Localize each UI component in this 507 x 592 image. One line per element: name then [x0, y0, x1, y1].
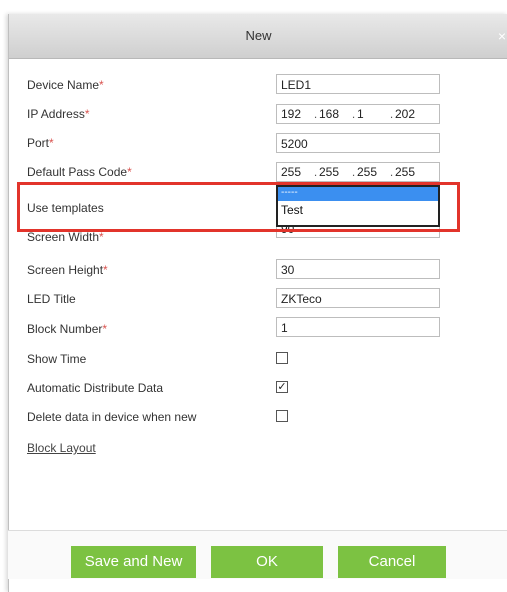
pass-segment-4[interactable]: 255 [395, 165, 426, 179]
delete-data-checkbox[interactable] [276, 410, 288, 422]
show-time-label: Show Time [27, 352, 87, 366]
default-pass-code-input[interactable]: 255. 255. 255. 255 [276, 162, 440, 182]
ip-segment-4[interactable]: 202 [395, 107, 426, 121]
close-icon[interactable]: × [498, 28, 506, 44]
show-time-checkbox[interactable] [276, 352, 288, 364]
save-and-new-button[interactable]: Save and New [71, 546, 196, 578]
delete-data-label: Delete data in device when new [27, 410, 197, 424]
pass-segment-1[interactable]: 255 [281, 165, 312, 179]
port-label: Port* [27, 136, 54, 150]
led-title-input[interactable]: ZKTeco [276, 288, 440, 308]
automatic-distribute-label: Automatic Distribute Data [27, 381, 164, 395]
pass-segment-3[interactable]: 255 [357, 165, 388, 179]
device-name-label: Device Name* [27, 78, 104, 92]
automatic-distribute-checkbox[interactable]: ✓ [276, 381, 288, 393]
default-pass-code-label: Default Pass Code* [27, 165, 132, 179]
block-number-input[interactable]: 1 [276, 317, 440, 337]
ip-segment-2[interactable]: 168 [319, 107, 350, 121]
dialog-titlebar: New × [9, 14, 507, 59]
ip-address-label: IP Address* [27, 107, 90, 121]
port-input[interactable]: 5200 [276, 133, 440, 153]
block-layout-link[interactable]: Block Layout [27, 441, 96, 455]
screen-height-label: Screen Height* [27, 263, 108, 277]
device-name-input[interactable]: LED1 [276, 74, 440, 94]
screen-width-label: Screen Width* [27, 230, 104, 244]
screen-height-input[interactable]: 30 [276, 259, 440, 279]
cancel-button[interactable]: Cancel [338, 546, 446, 578]
dialog-title: New [245, 28, 272, 43]
ip-address-input[interactable]: 192. 168. 1. 202 [276, 104, 440, 124]
block-number-label: Block Number* [27, 322, 108, 336]
led-title-label: LED Title [27, 292, 76, 306]
pass-segment-2[interactable]: 255 [319, 165, 350, 179]
ok-button[interactable]: OK [211, 546, 323, 578]
highlight-box [17, 182, 460, 232]
ip-segment-3[interactable]: 1 [357, 107, 388, 121]
ip-segment-1[interactable]: 192 [281, 107, 312, 121]
